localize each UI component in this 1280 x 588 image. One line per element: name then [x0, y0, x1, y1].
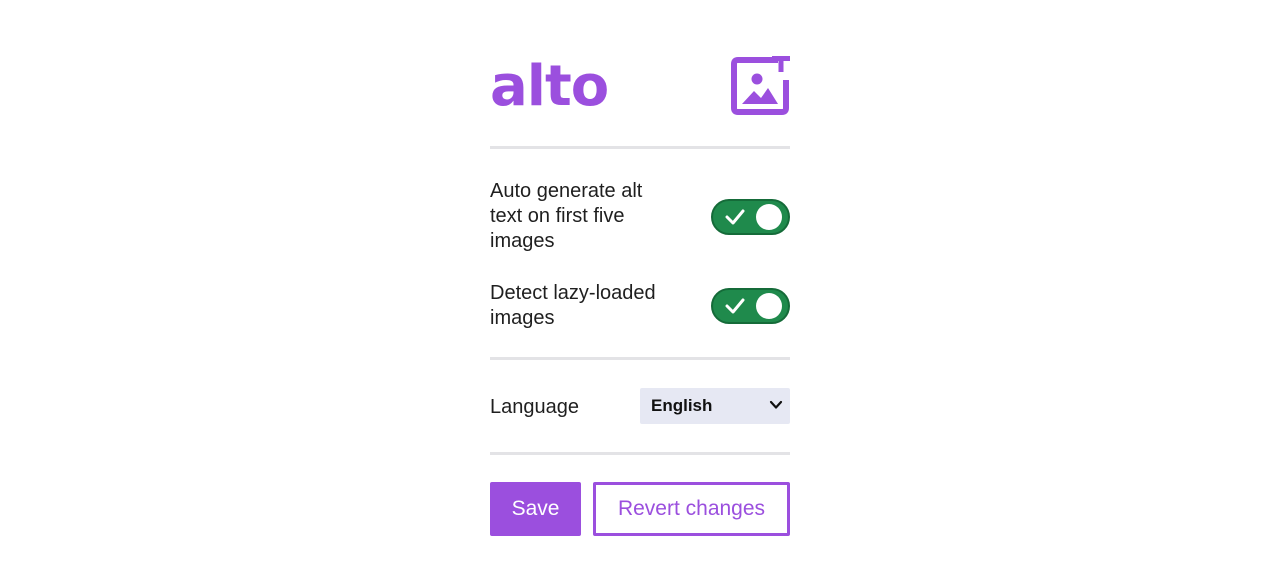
language-selected-value: English — [651, 396, 713, 415]
image-alt-text-icon — [731, 56, 790, 115]
setting-label: Auto generate alt text on first five ima… — [490, 180, 643, 252]
header: alto — [490, 0, 790, 146]
toggle-knob — [756, 293, 782, 319]
options-panel: alto Auto generate alt text on first fiv… — [490, 0, 790, 536]
language-setting: Language English — [490, 360, 790, 452]
action-buttons: Save Revert changes — [490, 482, 790, 536]
revert-changes-button[interactable]: Revert changes — [593, 482, 790, 536]
lazy-loaded-toggle[interactable] — [711, 288, 790, 324]
setting-auto-generate: Auto generate alt text on first five ima… — [490, 179, 790, 254]
setting-lazy-loaded: Detect lazy-loaded images — [490, 281, 790, 331]
checkmark-icon — [725, 209, 745, 224]
language-select[interactable]: English — [640, 388, 790, 424]
checkmark-icon — [725, 298, 745, 314]
settings-list: Auto generate alt text on first five ima… — [490, 149, 790, 331]
language-label: Language — [490, 396, 579, 418]
toggle-knob — [756, 203, 782, 230]
save-button[interactable]: Save — [490, 482, 581, 536]
divider — [490, 452, 790, 455]
app-logo-text: alto — [490, 54, 609, 119]
setting-label: Detect lazy-loaded images — [490, 282, 656, 329]
chevron-down-icon — [769, 400, 783, 409]
auto-generate-toggle[interactable] — [711, 198, 790, 235]
